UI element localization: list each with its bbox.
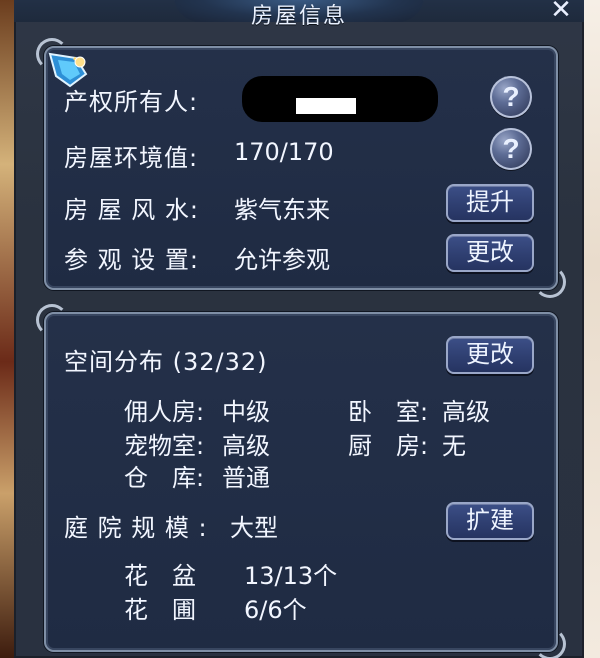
house-basic-info-panel: 产权所有人: ? 房屋环境值: 170/170 ? 房 屋 风 水: 紫气东来 … (36, 38, 566, 298)
room-servant-value: 中级 (222, 398, 270, 426)
garden-value: 6/6个 (244, 596, 307, 624)
visit-setting-value: 允许参观 (234, 246, 330, 274)
room-bedroom-value: 高级 (442, 398, 490, 426)
yard-scale-value: 大型 (230, 514, 278, 542)
game-ui-screen: 房屋信息 ✕ 产权所有人: ? 房屋环境值: 170/170 ? 房 屋 风 水… (0, 0, 600, 658)
flower-pot-label: 花 盆 (124, 562, 196, 590)
title-bar: 房屋信息 ✕ (14, 0, 584, 29)
garden-label: 花 圃 (124, 596, 196, 624)
yard-expand-button[interactable]: 扩建 (446, 502, 534, 540)
space-change-button[interactable]: 更改 (446, 336, 534, 374)
yard-scale-label: 庭 院 规 模 : (64, 514, 208, 542)
space-and-yard-panel: 空间分布 (32/32) 更改 佣人房: 中级 卧 室: 高级 宠物室: 高级 … (36, 304, 566, 658)
close-button[interactable]: ✕ (546, 0, 576, 24)
owner-redaction-mask (242, 76, 438, 122)
house-info-window: 房屋信息 ✕ 产权所有人: ? 房屋环境值: 170/170 ? 房 屋 风 水… (14, 0, 584, 658)
room-kitchen-value: 无 (442, 432, 466, 460)
room-bedroom-label: 卧 室: (348, 398, 429, 426)
environment-value: 170/170 (234, 138, 334, 166)
fengshui-label: 房 屋 风 水: (64, 196, 199, 224)
fengshui-value: 紫气东来 (234, 196, 330, 224)
window-title: 房屋信息 (250, 4, 347, 29)
flower-pot-value: 13/13个 (244, 562, 338, 590)
owner-label: 产权所有人: (64, 88, 199, 116)
environment-label: 房屋环境值: (64, 144, 199, 172)
room-storage-label: 仓 库: (124, 464, 205, 492)
space-distribution-label: 空间分布 (32/32) (64, 348, 268, 376)
environment-help-button[interactable]: ? (490, 128, 532, 170)
visit-setting-label: 参 观 设 置: (64, 246, 199, 274)
owner-help-button[interactable]: ? (490, 76, 532, 118)
room-kitchen-label: 厨 房: (348, 432, 429, 460)
visit-setting-change-button[interactable]: 更改 (446, 234, 534, 272)
room-storage-value: 普通 (222, 464, 270, 492)
room-pet-value: 高级 (222, 432, 270, 460)
owner-redaction-white-bar (296, 98, 356, 114)
fengshui-upgrade-button[interactable]: 提升 (446, 184, 534, 222)
room-pet-label: 宠物室: (124, 432, 205, 460)
room-servant-label: 佣人房: (124, 398, 205, 426)
